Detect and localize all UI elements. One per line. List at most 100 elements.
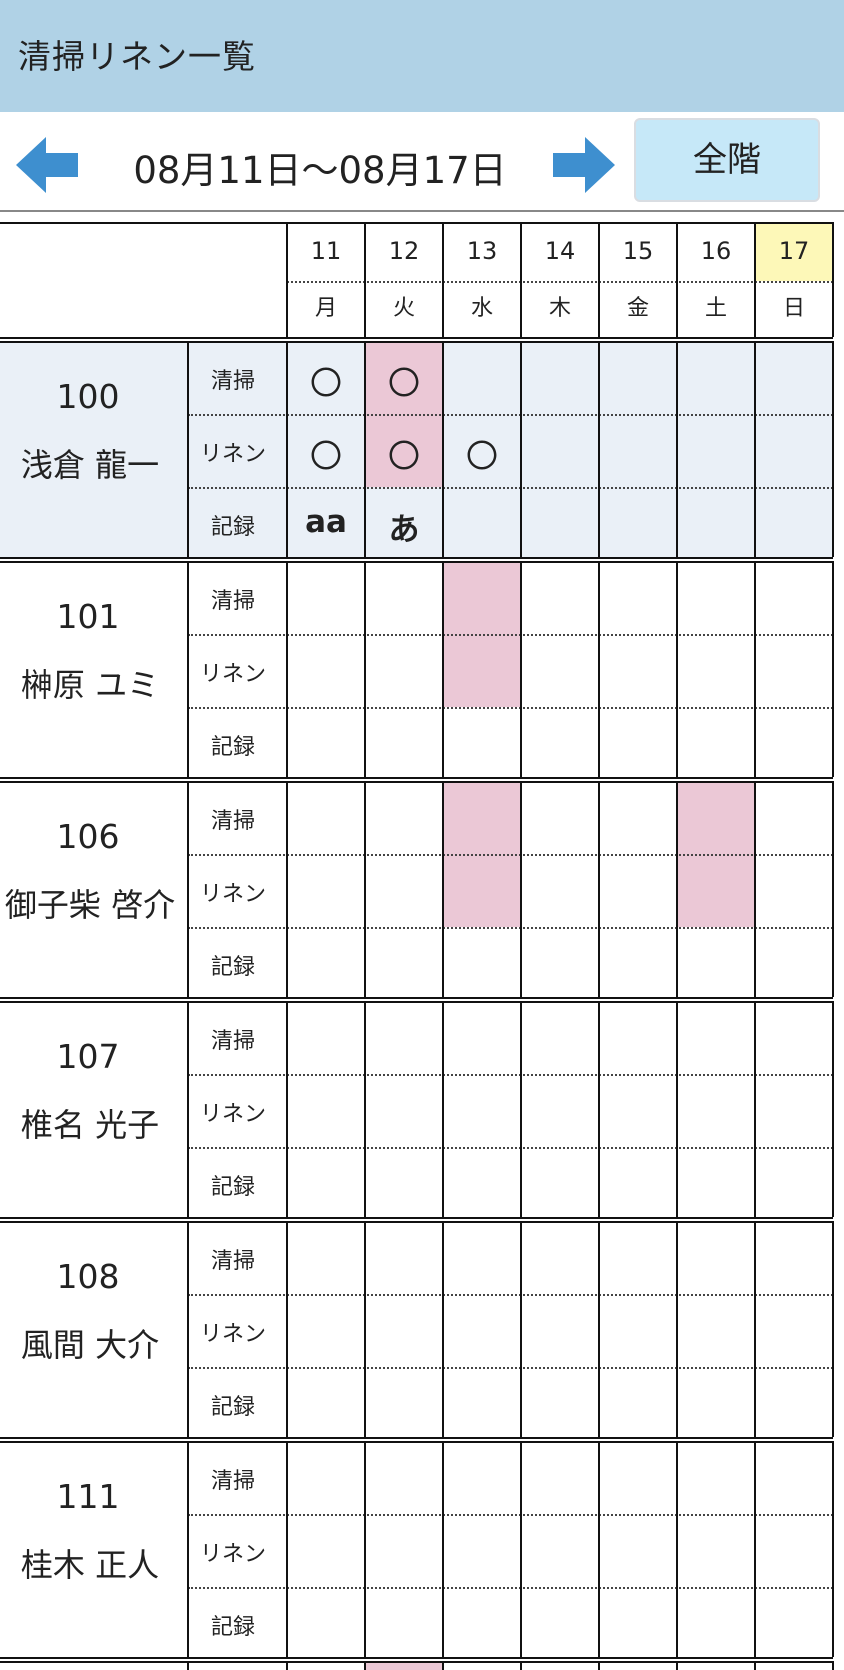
header-top-border — [0, 222, 833, 224]
day-col-border — [520, 1661, 522, 1670]
row-label: 清掃 — [210, 589, 255, 614]
day-col-border — [520, 781, 522, 997]
linen-cell[interactable]: 〇 — [287, 431, 365, 477]
row-label: リネン — [199, 1542, 266, 1567]
day-number: 11 — [310, 237, 342, 265]
header-col-border — [598, 222, 600, 337]
row-divider — [188, 1074, 833, 1076]
arrow-right-icon[interactable] — [553, 137, 615, 193]
day-of-week: 木 — [548, 296, 571, 321]
day-col-border — [598, 1221, 600, 1437]
row-label: リネン — [199, 1322, 266, 1347]
guest-name: 浅倉 龍一 — [20, 446, 160, 484]
row-label: 清掃 — [210, 1469, 255, 1494]
day-col-border — [676, 561, 678, 777]
room-block-bottom-border — [0, 1437, 833, 1439]
day-col-border — [520, 561, 522, 777]
nav-divider — [0, 210, 844, 212]
day-number: 12 — [388, 237, 420, 265]
date-nav-bar: 08月11日〜08月17日 全階 — [0, 112, 844, 212]
all-floors-button[interactable]: 全階 — [634, 118, 820, 202]
guest-name: 風間 大介 — [20, 1326, 160, 1364]
guest-name: 桂木 正人 — [20, 1546, 160, 1584]
day-of-week: 火 — [392, 296, 415, 321]
day-col-border — [286, 1441, 288, 1657]
guest-name: 御子柴 啓介 — [4, 886, 176, 924]
header-col-border — [364, 222, 366, 337]
day-number: 17 — [778, 237, 810, 265]
room-block-bottom-border — [0, 1217, 833, 1219]
day-col-border — [676, 1661, 678, 1670]
day-col-border — [520, 1441, 522, 1657]
date-range-label: 08月11日〜08月17日 — [133, 149, 507, 192]
day-col-border — [676, 1001, 678, 1217]
day-col-border — [598, 1441, 600, 1657]
cleaning-cell[interactable]: 〇 — [365, 358, 443, 404]
day-of-week: 日 — [782, 296, 805, 321]
day-col-border — [754, 1221, 756, 1437]
room-block-bottom-border — [0, 777, 833, 779]
room-block-top-border — [0, 1001, 833, 1003]
room-block-top-border — [0, 1221, 833, 1223]
day-col-border — [286, 1221, 288, 1437]
row-divider — [188, 1587, 833, 1589]
header-col-border — [676, 222, 678, 337]
room-number[interactable]: 111 — [0, 1477, 176, 1516]
room-block-bottom-border — [0, 997, 833, 999]
day-col-border — [832, 341, 834, 557]
room-number[interactable]: 108 — [0, 1257, 176, 1296]
record-cell[interactable]: あ — [365, 504, 443, 549]
day-col-border — [598, 1661, 600, 1670]
day-number: 15 — [622, 237, 654, 265]
row-label: 記録 — [210, 1395, 255, 1420]
row-divider — [188, 1294, 833, 1296]
row-divider — [188, 1147, 833, 1149]
header-col-border — [520, 222, 522, 337]
row-divider — [188, 1367, 833, 1369]
row-divider — [188, 1514, 833, 1516]
row-label: 記録 — [210, 1175, 255, 1200]
cleaning-cell[interactable]: 〇 — [287, 358, 365, 404]
guest-name: 椎名 光子 — [20, 1106, 160, 1144]
room-number[interactable]: 101 — [0, 597, 176, 636]
row-label: 清掃 — [210, 1029, 255, 1054]
page-title: 清掃リネン一覧 — [18, 37, 256, 76]
room-block-top-border — [0, 561, 833, 563]
day-col-border — [676, 1441, 678, 1657]
day-col-border — [442, 561, 444, 777]
row-label: 記録 — [210, 1615, 255, 1640]
day-col-border — [442, 1441, 444, 1657]
label-col-border — [187, 1661, 189, 1670]
arrow-left-icon[interactable] — [16, 137, 78, 193]
day-col-border — [520, 1221, 522, 1437]
day-col-border — [754, 561, 756, 777]
row-label: リネン — [199, 882, 266, 907]
row-label: 清掃 — [210, 1249, 255, 1274]
day-col-border — [832, 1001, 834, 1217]
day-col-border — [598, 561, 600, 777]
record-cell[interactable]: aa — [287, 504, 365, 540]
day-col-border — [286, 781, 288, 997]
room-block-top-border — [0, 781, 833, 783]
header-mid-divider — [287, 281, 833, 283]
room-block-top-border — [0, 1441, 833, 1443]
row-divider — [188, 927, 833, 929]
day-col-border — [364, 1661, 366, 1670]
room-number[interactable]: 107 — [0, 1037, 176, 1076]
linen-cell[interactable]: 〇 — [443, 431, 521, 477]
day-col-border — [598, 1001, 600, 1217]
day-of-week: 土 — [704, 296, 727, 321]
day-col-border — [520, 1001, 522, 1217]
day-col-border — [286, 1001, 288, 1217]
row-label: リネン — [199, 662, 266, 687]
room-number[interactable]: 106 — [0, 817, 176, 856]
linen-cell[interactable]: 〇 — [365, 431, 443, 477]
day-col-border — [832, 1441, 834, 1657]
room-block-top-border — [0, 341, 833, 343]
room-number[interactable]: 100 — [0, 377, 176, 416]
row-divider — [188, 634, 833, 636]
room-block-top-border — [0, 1661, 833, 1663]
header-col-border — [286, 222, 288, 337]
guest-name: 榊原 ユミ — [20, 666, 160, 704]
row-divider — [188, 487, 833, 489]
